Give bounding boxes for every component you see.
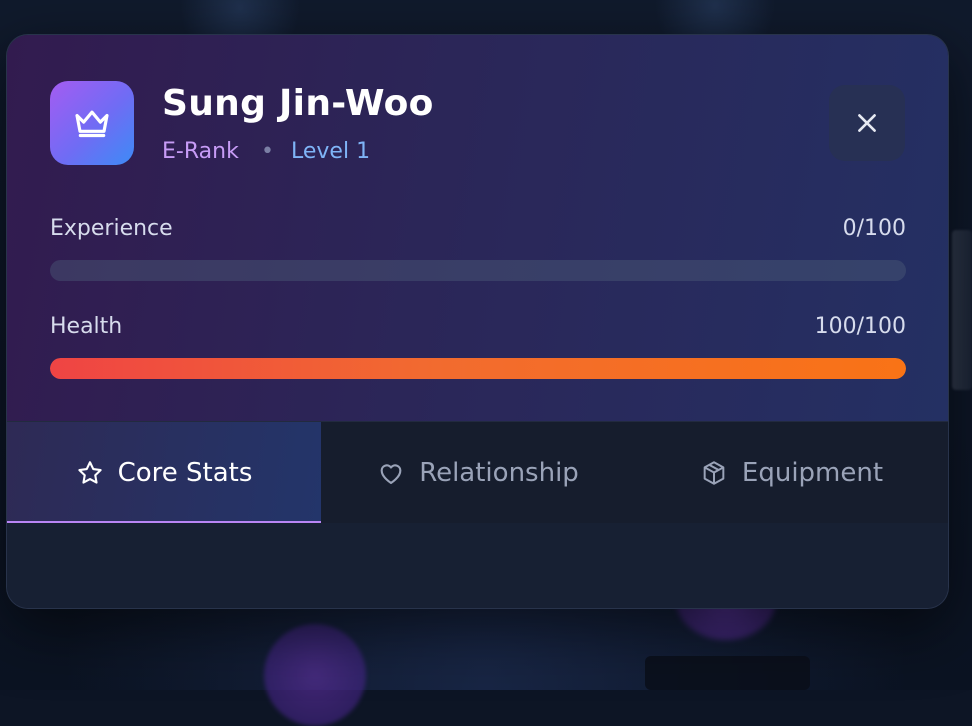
close-button[interactable] xyxy=(829,85,905,161)
health-bar-fill xyxy=(50,358,906,379)
background-orb xyxy=(264,624,366,726)
health-value: 100/100 xyxy=(814,314,906,339)
separator-dot: • xyxy=(261,139,274,164)
health-label: Health xyxy=(50,314,123,339)
box-icon xyxy=(703,460,725,485)
close-icon xyxy=(858,114,876,132)
experience-bar xyxy=(50,260,906,281)
level-label: Level 1 xyxy=(291,139,371,164)
tab-core-stats[interactable]: Core Stats xyxy=(7,422,321,524)
health-bar xyxy=(50,358,906,379)
experience-label: Experience xyxy=(50,216,173,241)
character-modal: Sung Jin-Woo E-Rank • Level 1 Experience… xyxy=(6,34,949,609)
tab-bar: Core Stats Relationship Equipment xyxy=(7,421,948,524)
tab-equipment[interactable]: Equipment xyxy=(635,422,948,523)
tab-label: Relationship xyxy=(419,457,579,488)
background-panel-edge xyxy=(952,230,972,390)
tab-relationship[interactable]: Relationship xyxy=(321,422,635,523)
character-header: Sung Jin-Woo E-Rank • Level 1 Experience… xyxy=(7,35,948,421)
tab-content xyxy=(7,523,948,608)
avatar xyxy=(50,81,134,165)
character-name: Sung Jin-Woo xyxy=(162,83,434,124)
rank-label: E-Rank xyxy=(162,139,239,164)
star-icon xyxy=(77,460,102,484)
tab-label: Core Stats xyxy=(117,457,253,488)
experience-value: 0/100 xyxy=(842,216,906,241)
heart-icon xyxy=(380,463,402,484)
tab-label: Equipment xyxy=(741,457,884,488)
background-chip xyxy=(645,656,810,690)
crown-icon xyxy=(75,110,109,138)
